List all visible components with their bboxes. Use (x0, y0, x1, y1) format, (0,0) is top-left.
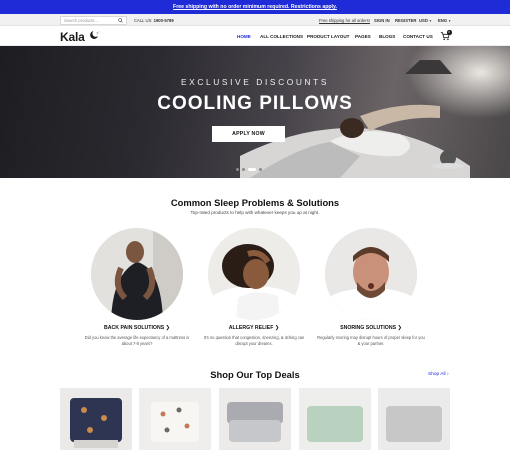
utility-bar: Search products ... CALL US: 1900-5789 F… (0, 14, 510, 26)
chevron-right-icon: ❯ (274, 325, 280, 331)
slider-dots (236, 168, 262, 171)
product-card[interactable] (378, 388, 450, 450)
section-title: Common Sleep Problems & Solutions (170, 197, 340, 208)
section-subtitle: Top-rated products to help with whatever… (190, 210, 320, 215)
slider-dot[interactable] (259, 168, 262, 171)
chevron-down-icon: ▼ (428, 18, 432, 23)
category-desc: Regularly snoring may disrupt hours of p… (317, 335, 425, 346)
category-title: ALLERGY RELIEF (228, 325, 274, 331)
nav-item-product-layout[interactable]: PRODUCT LAYOUT (307, 34, 349, 39)
allergy-photo (208, 228, 300, 320)
currency-value: USD (419, 17, 428, 23)
product-image (60, 388, 132, 450)
nav-item-home[interactable]: HOME (237, 34, 251, 39)
call-number[interactable]: 1900-5789 (154, 18, 174, 23)
announcement-text[interactable]: Free shipping with no order minimum requ… (173, 4, 337, 10)
category-snoring[interactable]: SNORING SOLUTIONS ❯ (311, 325, 431, 331)
nav-item-contact-us[interactable]: CONTACT US (403, 34, 433, 39)
nav-item-blogs[interactable]: BLOGS (379, 34, 395, 39)
chevron-down-icon: ▼ (448, 18, 452, 23)
language-select[interactable]: ENG▼ (438, 18, 451, 23)
product-image (299, 388, 371, 450)
product-card[interactable] (219, 388, 291, 450)
product-card[interactable] (139, 388, 211, 450)
category-desc: Did you know the average life expectancy… (84, 335, 190, 346)
nav-item-pages[interactable]: PAGES (355, 34, 371, 39)
category-desc: It's no question that congestion, sneezi… (203, 335, 305, 346)
hero-kicker: EXCLUSIVE DISCOUNTS (180, 77, 330, 87)
back-pain-photo (91, 228, 183, 320)
announcement-bar[interactable]: Free shipping with no order minimum requ… (0, 0, 510, 14)
register-link[interactable]: REGISTER (395, 18, 416, 23)
hero-title: COOLING PILLOWS (157, 93, 353, 114)
snoring-photo (325, 228, 417, 320)
search-placeholder: Search products ... (64, 17, 100, 23)
back-pain-image[interactable] (91, 228, 183, 320)
apply-now-button[interactable]: APPLY NOW (212, 126, 285, 142)
category-allergy[interactable]: ALLERGY RELIEF ❯ (194, 325, 314, 331)
search-input[interactable]: Search products ... (60, 15, 127, 25)
shop-all-link[interactable]: Shop All › (428, 372, 449, 377)
nav-item-all-collections[interactable]: ALL COLLECTIONS (260, 34, 303, 39)
main-nav: Kala z z HOME ALL COLLECTIONS PRODUCT LA… (0, 26, 510, 46)
slider-dot[interactable] (236, 168, 239, 171)
product-image (378, 388, 450, 450)
category-title: SNORING SOLUTIONS (340, 325, 397, 331)
language-value: ENG (438, 17, 448, 23)
sign-in-link[interactable]: SIGN IN (374, 18, 390, 23)
chevron-right-icon: › (446, 372, 449, 377)
product-image (139, 388, 211, 450)
allergy-image[interactable] (208, 228, 300, 320)
category-back-pain[interactable]: BACK PAIN SOLUTIONS ❯ (77, 325, 197, 331)
call-label: CALL US: (134, 17, 153, 23)
slider-dot-active[interactable] (248, 168, 256, 171)
svg-text:z: z (99, 32, 100, 34)
logo[interactable]: Kala (60, 30, 85, 44)
chevron-right-icon: ❯ (397, 325, 402, 331)
product-card[interactable] (60, 388, 132, 450)
chevron-right-icon: ❯ (165, 325, 170, 331)
call-us: CALL US: 1900-5789 (134, 18, 174, 23)
currency-select[interactable]: USD▼ (419, 18, 432, 23)
category-title: BACK PAIN SOLUTIONS (104, 325, 165, 331)
cart-count-badge: 0 (447, 30, 452, 35)
product-image (219, 388, 291, 450)
slider-dot[interactable] (242, 168, 245, 171)
snoring-image[interactable] (325, 228, 417, 320)
moon-logo-icon: z z (90, 31, 100, 39)
free-shipping-link[interactable]: Free shipping for all orders! (319, 18, 370, 23)
product-card[interactable] (299, 388, 371, 450)
hero-banner[interactable]: EXCLUSIVE DISCOUNTS COOLING PILLOWS APPL… (0, 46, 510, 178)
search-icon[interactable] (118, 18, 123, 23)
shop-all-label: Shop All (428, 372, 446, 377)
